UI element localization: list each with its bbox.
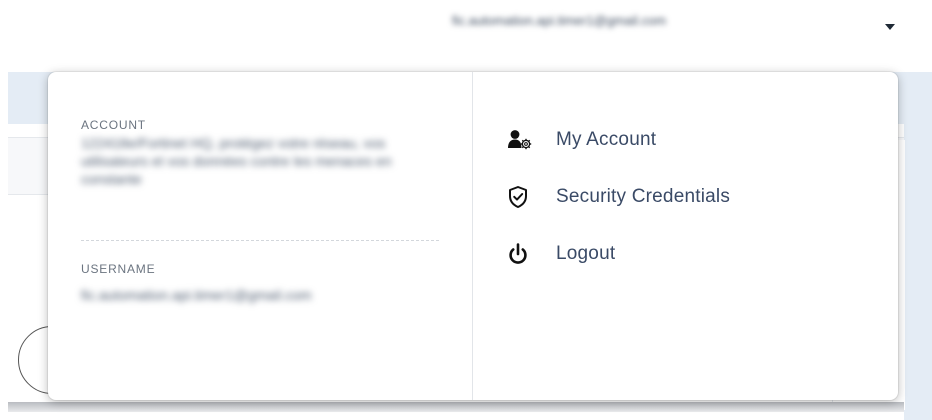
menu-item-label[interactable]: My Account [556,129,656,151]
background-shadow [8,402,904,412]
username-value: fic.automation.api.timer1@gmail.com [81,287,312,303]
menu-item-my-account[interactable]: My Account [507,126,730,154]
menu-item-label[interactable]: Logout [556,243,615,265]
account-menu: My Account Security Credentials Logout [507,126,730,297]
account-info-panel: ACCOUNT 122418e/Fortinet HQ, protégez vo… [48,72,473,400]
section-divider [81,240,439,241]
user-gear-icon [507,126,537,154]
user-email[interactable]: fic.automation.api.timer1@gmail.com [452,13,862,28]
app-stage: fic.automation.api.timer1@gmail.com ACCO… [0,0,932,420]
account-actions-panel: My Account Security Credentials Logout [473,72,898,400]
caret-down-icon[interactable] [885,24,895,30]
user-menu-trigger[interactable]: fic.automation.api.timer1@gmail.com [452,8,862,32]
menu-item-label[interactable]: Security Credentials [556,186,730,208]
account-value: 122418e/Fortinet HQ, protégez votre rése… [81,135,392,187]
account-label: ACCOUNT [81,118,146,132]
menu-item-logout[interactable]: Logout [507,240,730,268]
user-dropdown-menu: ACCOUNT 122418e/Fortinet HQ, protégez vo… [48,72,898,400]
power-icon [507,240,537,268]
username-label: USERNAME [81,262,156,276]
menu-item-security-credentials[interactable]: Security Credentials [507,183,730,211]
shield-check-icon [507,183,537,211]
background-right-strip [904,124,932,420]
